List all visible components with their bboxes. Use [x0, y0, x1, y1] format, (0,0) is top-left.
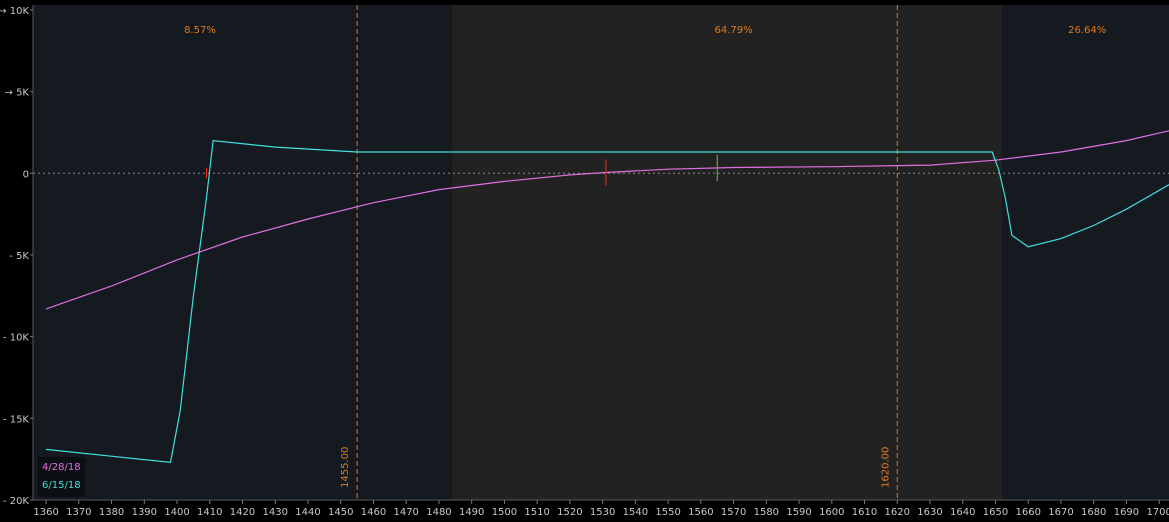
x-tick-label: 1370	[66, 507, 91, 518]
chart-legend: 4/28/18 6/15/18	[38, 457, 85, 497]
y-tick-label: → 10K	[0, 6, 29, 17]
x-tick-label: 1700	[1146, 507, 1169, 518]
x-tick-label: 1470	[393, 507, 418, 518]
y-tick-label: - 10K	[3, 333, 30, 344]
x-tick-label: 1510	[524, 507, 549, 518]
x-tick-label: 1600	[819, 507, 844, 518]
x-tick-label: 1630	[917, 507, 942, 518]
region-2	[452, 5, 1003, 500]
x-tick-label: 1570	[721, 507, 746, 518]
y-tick-label: → 5K	[5, 88, 30, 99]
region-pct-label-3: 26.64%	[1068, 25, 1106, 36]
x-tick-label: 1590	[786, 507, 811, 518]
y-tick-label: 0	[23, 169, 29, 180]
x-tick-label: 1380	[99, 507, 124, 518]
x-tick-label: 1360	[33, 507, 58, 518]
legend-entry-series-2: 6/15/18	[42, 480, 81, 491]
x-tick-label: 1610	[852, 507, 877, 518]
x-tick-label: 1410	[197, 507, 222, 518]
x-tick-label: 1640	[950, 507, 975, 518]
region-1	[33, 5, 453, 500]
x-tick-label: 1450	[328, 507, 353, 518]
y-tick-label: - 15K	[3, 414, 30, 425]
x-tick-label: 1420	[230, 507, 255, 518]
x-tick-label: 1520	[557, 507, 582, 518]
payoff-chart: 8.57% 64.79% 26.64% 1455.00 1620.00 1360 1370…	[0, 5, 1169, 518]
breakeven-label-1: 1455.00	[340, 447, 351, 488]
x-tick-label: 1680	[1081, 507, 1106, 518]
region-pct-label-2: 64.79%	[715, 25, 753, 36]
x-tick-label: 1430	[263, 507, 288, 518]
breakeven-label-2: 1620.00	[880, 447, 891, 488]
region-3	[1002, 5, 1169, 500]
y-tick-label: - 5K	[9, 251, 29, 262]
x-tick-label: 1580	[754, 507, 779, 518]
x-tick-label: 1690	[1114, 507, 1139, 518]
x-tick-label: 1460	[361, 507, 386, 518]
x-tick-label: 1670	[1048, 507, 1073, 518]
legend-entry-series-1: 4/28/18	[42, 462, 81, 473]
x-tick-label: 1490	[459, 507, 484, 518]
region-pct-label-1: 8.57%	[184, 25, 216, 36]
x-tick-label: 1530	[590, 507, 615, 518]
x-tick-label: 1480	[426, 507, 451, 518]
x-tick-label: 1650	[983, 507, 1008, 518]
x-tick-label: 1540	[623, 507, 648, 518]
x-tick-label: 1620	[885, 507, 910, 518]
x-tick-label: 1390	[132, 507, 157, 518]
x-tick-label: 1440	[295, 507, 320, 518]
x-tick-label: 1660	[1016, 507, 1041, 518]
x-tick-label: 1400	[164, 507, 189, 518]
y-tick-label: - 20K	[3, 496, 30, 507]
x-tick-label: 1560	[688, 507, 713, 518]
x-tick-label: 1500	[492, 507, 517, 518]
x-tick-label: 1550	[655, 507, 680, 518]
